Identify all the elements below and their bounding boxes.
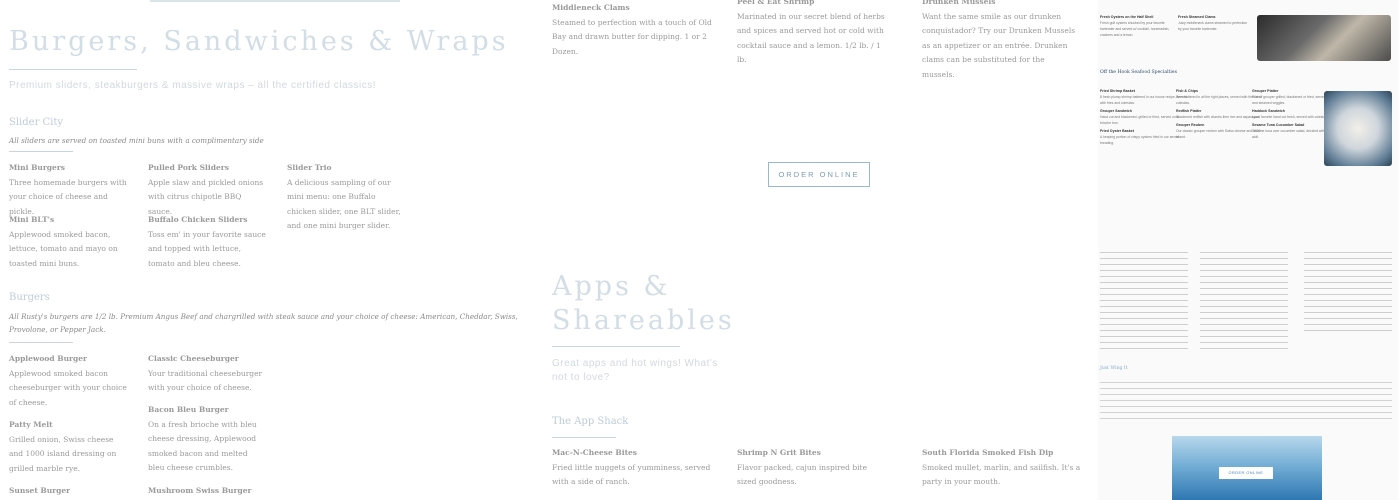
menu-item: South Florida Smoked Fish Dip Smoked mul… [922, 446, 1082, 490]
menu-item: Slider Trio A delicious sampling of our … [287, 161, 405, 234]
menu-item: Classic Cheeseburger Your traditional ch… [148, 352, 266, 396]
slider-city-note: All sliders are served on toasted mini b… [9, 136, 264, 145]
menu-preview-col: Fried Shrimp Basket 8 fresh plump shrimp… [1100, 86, 1188, 146]
menu-preview-col-name: Redfish Platter [1176, 109, 1202, 113]
order-online-mini-button[interactable]: ORDER ONLINE [1219, 467, 1273, 479]
burgers-section-title: Burgers, Sandwiches & Wraps [9, 26, 509, 57]
apps-section-title: Apps & Shareables [552, 271, 735, 336]
menu-item: Mini Burgers Three homemade burgers with… [9, 161, 127, 219]
menu-item-name: Mini Burgers [9, 163, 65, 172]
burgers-note: All Rusty's burgers are 1/2 lb. Premium … [9, 312, 518, 334]
menu-item-desc: Want the same smile as our drunken conqu… [922, 11, 1076, 79]
faded-wings-block [1100, 382, 1392, 422]
slider-city-heading: Slider City [9, 117, 64, 128]
menu-preview-col-desc: A heaping portion of crispy oysters frie… [1100, 135, 1179, 145]
menu-item: Drunken Mussels Want the same smile as o… [922, 0, 1077, 82]
menu-item: Shrimp N Grit Bites Flavor packed, cajun… [737, 446, 877, 490]
menu-preview-col-name: Fish & Chips [1176, 89, 1198, 93]
menu-preview-col-desc: Hand cut and blackened, grilled or fried… [1100, 115, 1179, 125]
menu-preview-col-name: Fresh Oysters on the Half Shell [1100, 15, 1154, 19]
menu-preview-col-name: Fried Oyster Basket [1100, 129, 1134, 133]
menu-item-name: Sunset Burger [9, 486, 71, 495]
app-shack-heading: The App Shack [552, 416, 629, 427]
menu-item-desc: Applewood smoked bacon, lettuce, tomato … [9, 229, 118, 268]
menu-item-desc: Grilled onion, Swiss cheese and 1000 isl… [9, 434, 117, 473]
menu-item-desc: Applewood smoked bacon cheeseburger with… [9, 368, 127, 407]
burgers-underline [9, 342, 73, 343]
faded-menu-block [1100, 252, 1392, 392]
menu-preview-col-name: Grouper Reuben [1176, 123, 1205, 127]
menu-preview-col-name: Fried Shrimp Basket [1100, 89, 1135, 93]
menu-item-desc: On a fresh brioche with bleu cheese dres… [148, 419, 257, 473]
order-online-button[interactable]: ORDER ONLINE [768, 162, 870, 187]
menu-item-desc: Fried little nuggets of yumminess, serve… [552, 462, 711, 487]
menu-preview-col-name: Grouper Sandwich [1100, 109, 1132, 113]
burgers-subtitle: Premium sliders, steakburgers & massive … [9, 80, 377, 91]
oysters-photo [1324, 91, 1392, 166]
app-shack-underline [552, 437, 616, 438]
menu-preview-col-desc: 8 fresh plump shrimp battered in our hou… [1100, 95, 1187, 105]
menu-item-name: Slider Trio [287, 163, 332, 172]
menu-item-name: Drunken Mussels [922, 0, 996, 6]
apps-title-underline [552, 346, 680, 347]
menu-item-name: Buffalo Chicken Sliders [148, 215, 248, 224]
menu-item: Middleneck Clams Steamed to perfection w… [552, 1, 712, 59]
menu-preview-col-desc: Local favorite hand cut fresh, served wi… [1252, 115, 1329, 119]
menu-item-name: Bacon Bleu Burger [148, 405, 229, 414]
menu-item-name: Shrimp N Grit Bites [737, 448, 821, 457]
menu-item: Patty Melt Grilled onion, Swiss cheese a… [9, 418, 127, 476]
menu-preview-col: Fresh Oysters on the Half Shell Fresh gu… [1100, 12, 1172, 38]
wings-heading: Just Wing It [1100, 366, 1128, 371]
menu-preview-col-desc: Our classic grouper reuben with Swiss ch… [1176, 129, 1261, 139]
slider-city-underline [9, 151, 73, 152]
menu-item: Peel & Eat Shrimp Marinated in our secre… [737, 0, 887, 68]
menu-item-desc: Smoked mullet, marlin, and sailfish. It'… [922, 462, 1081, 487]
menu-item-name: Classic Cheeseburger [148, 354, 239, 363]
menu-item: Buffalo Chicken Sliders Toss em' in your… [148, 213, 266, 271]
menu-item-desc: Your traditional cheeseburger with your … [148, 368, 263, 393]
menu-item-desc: Flavor packed, cajun inspired bite sized… [737, 462, 868, 487]
menu-item-desc: Apple slaw and pickled onions with citru… [148, 177, 264, 216]
menu-item-name: Mac-N-Cheese Bites [552, 448, 638, 457]
menu-preview-col-name: Fresh Steamed Clams [1178, 15, 1216, 19]
clams-photo [1257, 15, 1391, 61]
menu-item-name: Patty Melt [9, 420, 53, 429]
menu-item: Sunset Burger [9, 484, 127, 499]
menu-item-name: Mini BLT's [9, 215, 55, 224]
menu-item: Mini BLT's Applewood smoked bacon, lettu… [9, 213, 127, 271]
burgers-heading: Burgers [9, 292, 50, 303]
menu-item-name: Middleneck Clams [552, 3, 630, 12]
menu-preview-col-desc: Blackened redfish with cilantro lime ric… [1176, 115, 1260, 119]
menu-item-name: South Florida Smoked Fish Dip [922, 448, 1054, 457]
menu-preview-col: Fish & Chips Beer battered in all the ri… [1176, 86, 1264, 140]
menu-preview-image: Fresh Oysters on the Half Shell Fresh gu… [1098, 0, 1398, 500]
menu-item-desc: A delicious sampling of our mini menu: o… [287, 177, 401, 231]
menu-item-desc: Marinated in our secret blend of herbs a… [737, 11, 885, 65]
menu-item-desc: Toss em' in your favorite sauce and topp… [148, 229, 266, 268]
apps-subtitle: Great apps and hot wings! What's not to … [552, 358, 718, 383]
menu-item: Pulled Pork Sliders Apple slaw and pickl… [148, 161, 266, 219]
menu-item: Mac-N-Cheese Bites Fried little nuggets … [552, 446, 712, 490]
menu-preview-heading: Off the Hook Seafood Specialties [1100, 70, 1177, 75]
menu-preview-col: Fresh Steamed Clams Juicy middleneck cla… [1178, 12, 1248, 32]
menu-item: Bacon Bleu Burger On a fresh brioche wit… [148, 403, 266, 476]
menu-item-desc: Steamed to perfection with a touch of Ol… [552, 17, 712, 56]
menu-item: Applewood Burger Applewood smoked bacon … [9, 352, 127, 410]
menu-item: Mushroom Swiss Burger [148, 484, 266, 499]
menu-item-name: Pulled Pork Sliders [148, 163, 229, 172]
burgers-title-underline [9, 69, 137, 70]
menu-preview-col-desc: Fresh gulf oysters shucked by your favor… [1100, 21, 1170, 37]
menu-item-name: Applewood Burger [9, 354, 87, 363]
top-divider [150, 0, 400, 2]
menu-item-desc: Three homemade burgers with your choice … [9, 177, 127, 216]
menu-preview-col-desc: Juicy middleneck clams steamed to perfec… [1178, 21, 1248, 31]
menu-item-name: Mushroom Swiss Burger [148, 486, 252, 495]
menu-item-name: Peel & Eat Shrimp [737, 0, 815, 6]
menu-preview-col-desc: Beer battered in all the right places, s… [1176, 95, 1262, 105]
